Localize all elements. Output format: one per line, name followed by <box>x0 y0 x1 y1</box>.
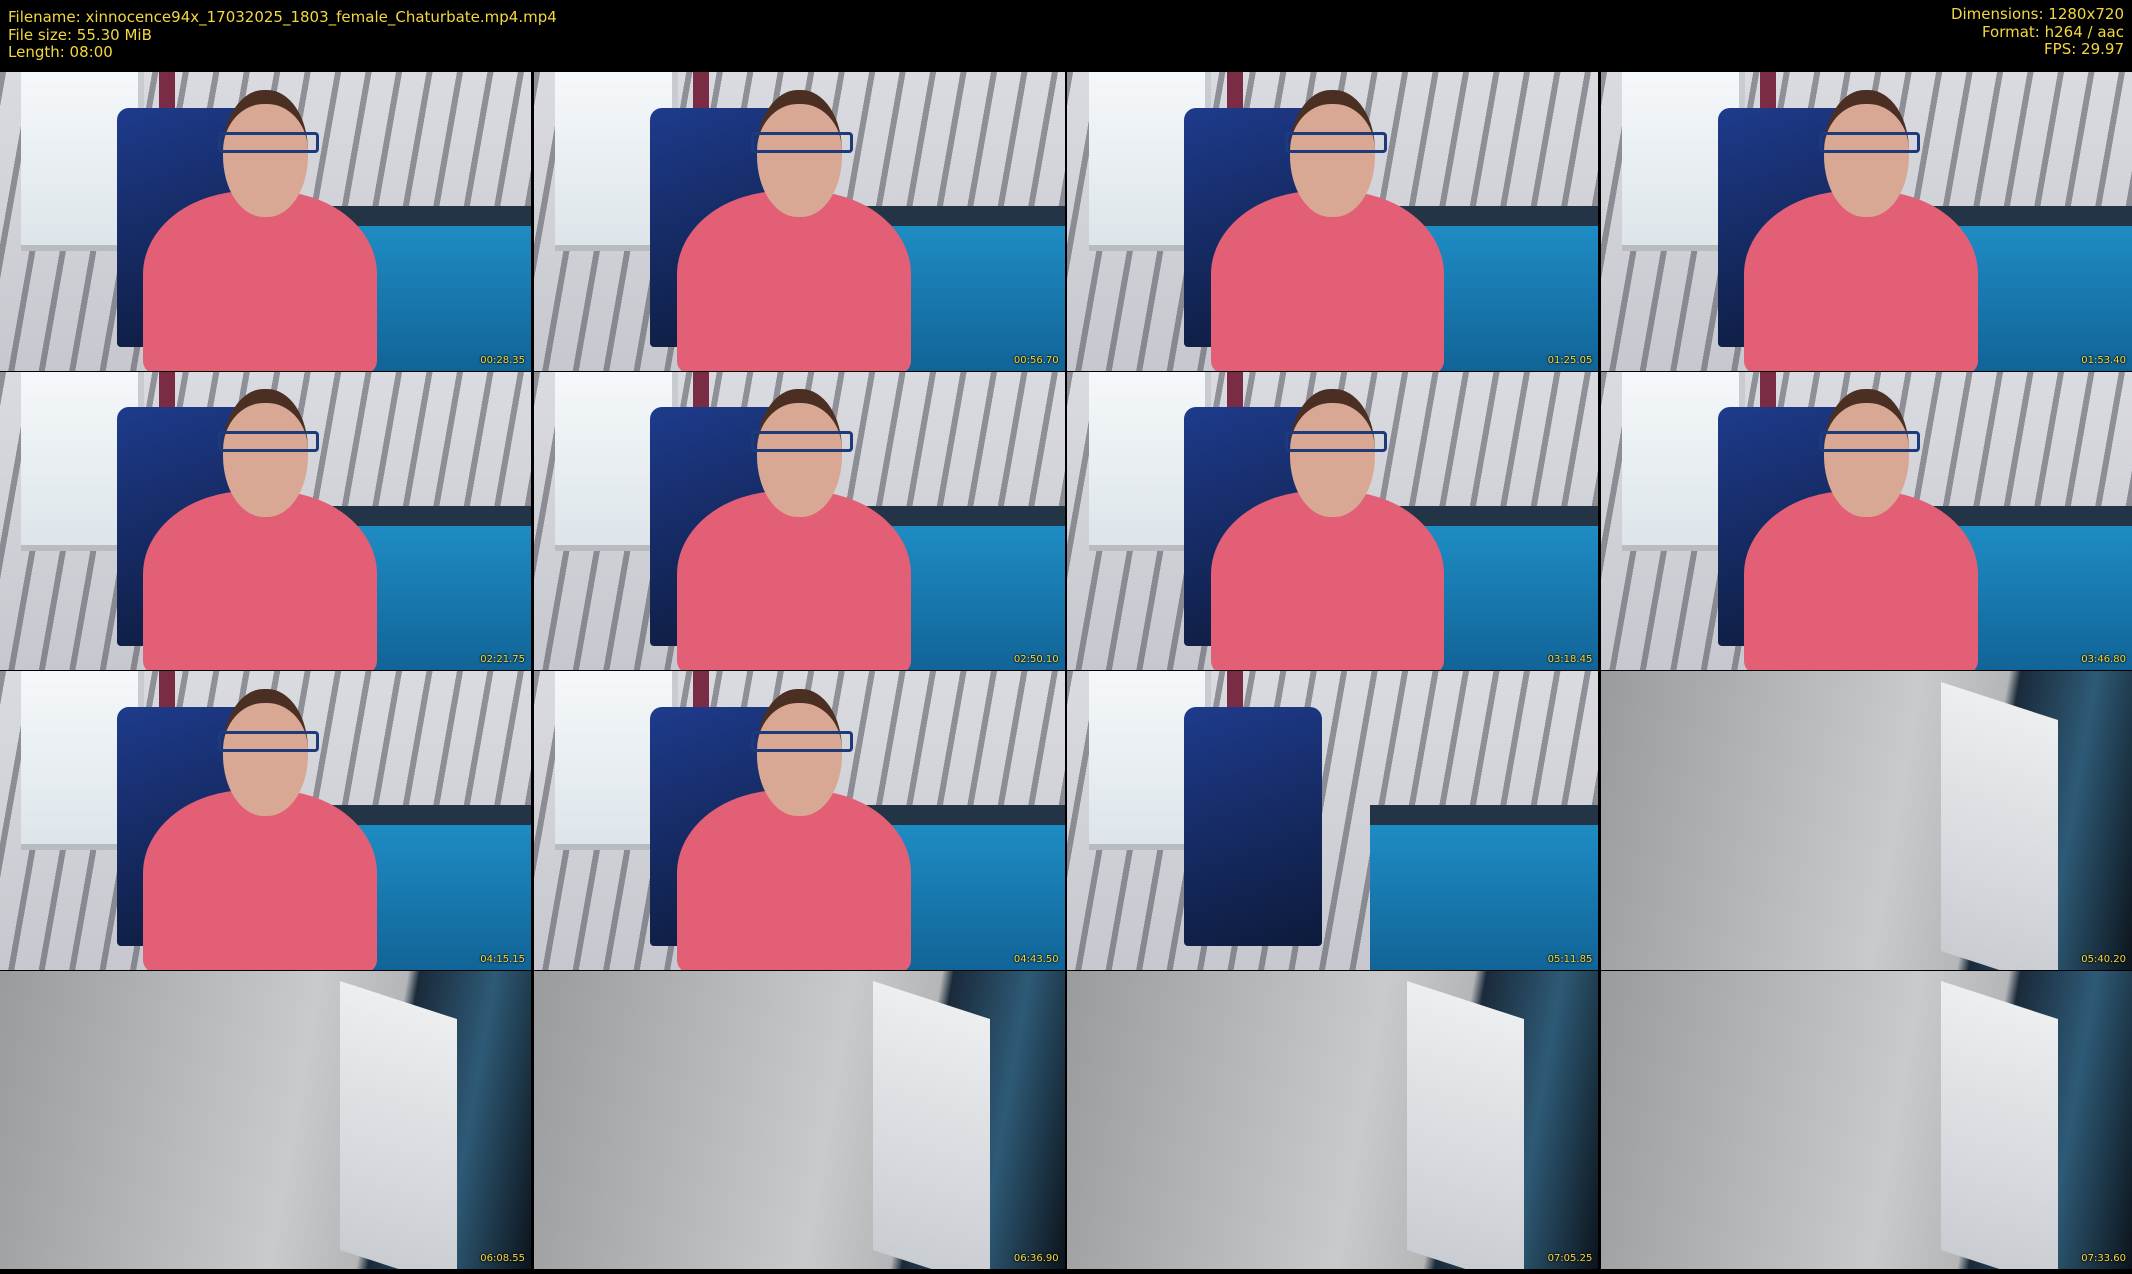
thumbnail-frame-image <box>1600 371 2132 670</box>
glasses-image <box>1285 431 1387 453</box>
timestamp-label: 06:36.90 <box>1013 1253 1059 1264</box>
video-thumbnail[interactable]: 07:05.25 <box>1067 970 1599 1269</box>
filesize-text: File size: 55.30 MiB <box>8 25 152 44</box>
video-thumbnail[interactable]: 03:46.80 <box>1600 371 2132 670</box>
glasses-image <box>751 131 853 153</box>
thumbnail-frame-image <box>1067 970 1599 1269</box>
thumbnail-frame-image <box>533 970 1065 1269</box>
length-text: Length: 08:00 <box>8 43 113 61</box>
person-image <box>143 490 377 670</box>
timestamp-label: 02:50.10 <box>1013 654 1059 665</box>
timestamp-label: 03:46.80 <box>2081 654 2126 665</box>
fps-text: FPS: 29.97 <box>2044 40 2124 58</box>
thumbnail-frame-image <box>1067 371 1599 670</box>
glasses-image <box>217 730 320 752</box>
glasses-image <box>1818 131 1921 153</box>
timestamp-label: 06:08.55 <box>480 1253 525 1264</box>
head-image <box>1823 89 1909 218</box>
calendar-image <box>1940 681 2058 970</box>
timestamp-label: 05:11.85 <box>1547 953 1593 965</box>
calendar-image <box>1407 981 1524 1269</box>
calendar-image <box>1940 981 2058 1269</box>
calendar-image <box>339 981 457 1269</box>
video-thumbnail[interactable]: 06:08.55 <box>0 970 531 1269</box>
video-thumbnail[interactable]: 00:28.35 <box>0 72 531 371</box>
person-image <box>677 490 911 670</box>
thumbnail-frame-image <box>533 671 1065 970</box>
video-thumbnail[interactable]: 01:53.40 <box>1600 72 2132 371</box>
head-image <box>223 688 308 817</box>
glasses-image <box>1818 431 1921 453</box>
head-image <box>223 389 308 517</box>
dimensions-text: Dimensions: 1280x720 <box>1950 5 2124 23</box>
info-header: Filename: xinnocence94x_17032025_1803_fe… <box>0 0 2132 72</box>
thumbnail-frame-image <box>533 371 1065 670</box>
timestamp-label: 07:05.25 <box>1547 1253 1593 1264</box>
head-image <box>756 89 842 218</box>
video-thumbnail[interactable]: 04:15.15 <box>0 671 531 970</box>
head-image <box>756 389 842 517</box>
person-image <box>1744 191 1978 371</box>
glasses-image <box>217 131 320 153</box>
glasses-image <box>751 730 853 752</box>
bed-image <box>1369 805 1599 970</box>
video-thumbnail[interactable]: 02:21.75 <box>0 371 531 670</box>
video-thumbnail[interactable]: 00:56.70 <box>533 72 1065 371</box>
thumbnail-frame-image <box>0 671 531 970</box>
head-image <box>1290 89 1376 218</box>
timestamp-label: 04:15.15 <box>480 953 525 965</box>
thumbnail-frame-image <box>1067 671 1599 970</box>
calendar-image <box>873 981 991 1269</box>
thumbnail-grid: 00:28.35 00:56.70 01:25.05 01:53.40 02:21.75… <box>0 72 2132 1274</box>
person-image <box>143 191 377 371</box>
glasses-image <box>751 431 853 453</box>
glasses-image <box>217 431 320 453</box>
head-image <box>223 89 308 218</box>
head-image <box>1823 389 1909 517</box>
video-thumbnail[interactable]: 02:50.10 <box>533 371 1065 670</box>
timestamp-label: 02:21.75 <box>480 654 525 665</box>
format-text: Format: h264 / aac <box>1981 22 2124 41</box>
head-image <box>1290 389 1376 517</box>
timestamp-label: 00:56.70 <box>1013 354 1059 366</box>
video-thumbnail[interactable]: 03:18.45 <box>1067 371 1599 670</box>
video-thumbnail[interactable]: 04:43.50 <box>533 671 1065 970</box>
timestamp-label: 04:43.50 <box>1013 953 1059 965</box>
thumbnail-frame-image <box>0 72 531 371</box>
person-image <box>1210 490 1445 670</box>
video-info: Dimensions: 1280x720 Format: h264 / aac … <box>1950 5 2124 59</box>
thumbnail-frame-image <box>533 72 1065 371</box>
thumbnail-frame-image <box>1600 970 2132 1269</box>
timestamp-label: 07:33.60 <box>2081 1253 2126 1264</box>
timestamp-label: 05:40.20 <box>2081 953 2126 965</box>
video-thumbnail[interactable]: 06:36.90 <box>533 970 1065 1269</box>
timestamp-label: 00:28.35 <box>480 354 525 366</box>
glasses-image <box>1285 131 1387 153</box>
thumbnail-frame-image <box>1067 72 1599 371</box>
file-info: Filename: xinnocence94x_17032025_1803_fe… <box>8 8 557 62</box>
video-thumbnail[interactable]: 01:25.05 <box>1067 72 1599 371</box>
thumbnail-frame-image <box>1600 671 2132 970</box>
timestamp-label: 03:18.45 <box>1547 654 1593 665</box>
video-thumbnail[interactable]: 05:11.85 <box>1067 671 1599 970</box>
thumbnail-frame-image <box>0 371 531 670</box>
thumbnail-frame-image <box>1600 72 2132 371</box>
video-thumbnail[interactable]: 07:33.60 <box>1600 970 2132 1269</box>
video-thumbnail[interactable]: 05:40.20 <box>1600 671 2132 970</box>
timestamp-label: 01:53.40 <box>2081 354 2126 366</box>
thumbnail-frame-image <box>0 970 531 1269</box>
person-image <box>1744 490 1978 670</box>
person-image <box>1210 191 1445 371</box>
timestamp-label: 01:25.05 <box>1547 354 1593 366</box>
chair-image <box>1184 706 1323 946</box>
person-image <box>143 790 377 970</box>
filename-text: Filename: xinnocence94x_17032025_1803_fe… <box>8 8 557 26</box>
person-image <box>677 790 911 970</box>
head-image <box>756 688 842 817</box>
person-image <box>677 191 911 371</box>
